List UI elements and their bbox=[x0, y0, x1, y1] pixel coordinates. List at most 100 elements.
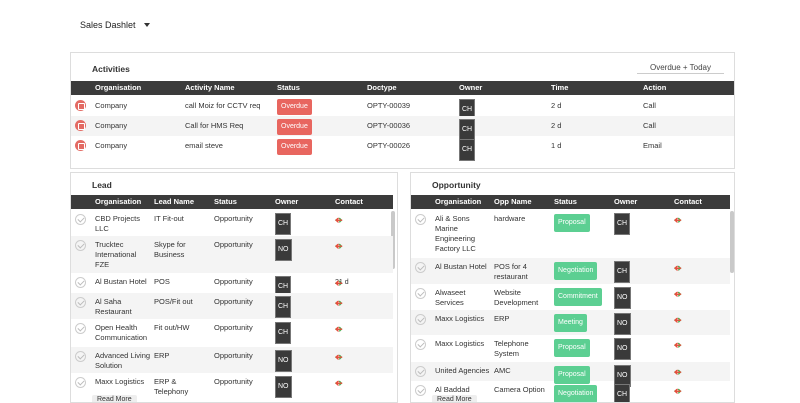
call-out-arrow-icon[interactable]: ➔ bbox=[335, 350, 343, 364]
row-organisation: Alwaseet Services bbox=[435, 288, 466, 307]
opportunity-row[interactable]: Maxx Logistics ERP Meeting NO ➔ - ➔ bbox=[411, 310, 730, 335]
lead-row[interactable]: Advanced Living Solution ERP Opportunity NO… bbox=[71, 347, 393, 373]
call-out-arrow-icon[interactable]: ➔ bbox=[335, 376, 343, 390]
row-status: Opportunity bbox=[214, 240, 253, 249]
col-owner: Owner bbox=[275, 197, 299, 206]
owner-avatar: CH bbox=[275, 213, 292, 235]
row-organisation: Maxx Logistics bbox=[435, 314, 485, 323]
phone-icon bbox=[75, 100, 86, 111]
opportunity-row[interactable]: United Agencies AMC Proposal NO ➔ - ➔ bbox=[411, 362, 730, 387]
check-icon[interactable] bbox=[75, 214, 86, 225]
call-out-arrow-icon[interactable]: ➔ bbox=[674, 365, 682, 379]
status-badge: Proposal bbox=[554, 214, 590, 232]
check-icon[interactable] bbox=[415, 385, 426, 396]
status-badge: Overdue bbox=[277, 139, 312, 155]
owner-avatar: NO bbox=[275, 376, 292, 398]
row-name: ERP & Telephony bbox=[154, 377, 189, 396]
activity-time: 2 d bbox=[551, 121, 562, 130]
call-out-arrow-icon[interactable]: ➔ bbox=[335, 239, 343, 253]
lead-row[interactable]: Trucktec International FZE Skype for Busi… bbox=[71, 236, 393, 273]
activity-doctype[interactable]: OPTY-00036 bbox=[367, 119, 410, 133]
opportunity-scrollbar[interactable] bbox=[730, 211, 734, 273]
check-icon[interactable] bbox=[75, 240, 86, 251]
col-opp-name: Opp Name bbox=[494, 197, 532, 206]
call-out-arrow-icon[interactable]: ➔ bbox=[674, 313, 682, 327]
check-icon[interactable] bbox=[75, 323, 86, 334]
col-organisation: Organisation bbox=[95, 197, 142, 206]
opportunity-row[interactable]: Al Bustan Hotel POS for 4 restaurant Negot… bbox=[411, 258, 730, 284]
lead-row[interactable]: Maxx Logistics ERP & Telephony Opportunity… bbox=[71, 373, 393, 398]
owner-avatar: CH bbox=[614, 261, 631, 283]
call-out-arrow-icon[interactable]: ➔ bbox=[335, 213, 343, 227]
row-status: Opportunity bbox=[214, 277, 253, 286]
activity-time: 2 d bbox=[551, 101, 562, 110]
call-out-arrow-icon[interactable]: ➔ bbox=[335, 322, 343, 336]
col-contact: Contact bbox=[674, 197, 702, 206]
check-icon[interactable] bbox=[75, 297, 86, 308]
opportunity-read-more-button[interactable]: Read More bbox=[432, 395, 477, 402]
activities-filter-select[interactable]: Overdue + Today bbox=[637, 61, 724, 74]
owner-avatar: NO bbox=[614, 313, 631, 335]
activity-name: call Moiz for CCTV req bbox=[185, 101, 261, 110]
call-out-arrow-icon[interactable]: ➔ bbox=[674, 213, 682, 227]
row-status: Opportunity bbox=[214, 323, 253, 332]
col-status: Status bbox=[554, 197, 577, 206]
dashlet-select-label: Sales Dashlet bbox=[80, 20, 136, 30]
col-action: Action bbox=[643, 83, 667, 92]
call-out-arrow-icon[interactable]: ➔ bbox=[674, 338, 682, 352]
row-name: ERP bbox=[494, 314, 510, 323]
check-icon[interactable] bbox=[415, 339, 426, 350]
col-owner: Owner bbox=[459, 83, 483, 92]
activity-doctype[interactable]: OPTY-00039 bbox=[367, 99, 410, 113]
check-icon[interactable] bbox=[75, 351, 86, 362]
lead-row[interactable]: Al Bustan Hotel POS Opportunity CH ➔ 21 d ➔ bbox=[71, 273, 393, 298]
check-icon[interactable] bbox=[415, 214, 426, 225]
activity-row[interactable]: Company email steve Overdue OPTY-00026 C… bbox=[71, 136, 734, 161]
activity-action: Email bbox=[643, 141, 662, 150]
call-out-arrow-icon[interactable]: ➔ bbox=[335, 296, 343, 310]
activity-doctype[interactable]: OPTY-00026 bbox=[367, 139, 410, 153]
owner-avatar: CH bbox=[275, 322, 292, 344]
activity-org: Company bbox=[95, 101, 128, 110]
opportunity-row[interactable]: Maxx Logistics Telephone System Proposal NO… bbox=[411, 335, 730, 362]
check-icon[interactable] bbox=[415, 288, 426, 299]
check-icon[interactable] bbox=[415, 262, 426, 273]
call-out-arrow-icon[interactable]: ➔ bbox=[674, 384, 682, 398]
activity-action: Call bbox=[643, 101, 656, 110]
opportunity-row[interactable]: Alwaseet Services Website Development Comm… bbox=[411, 284, 730, 310]
lead-row[interactable]: Open Health Communication Fit out/HW Oppor… bbox=[71, 319, 393, 347]
row-organisation: CBD Projects LLC bbox=[95, 214, 141, 233]
dashlet-select[interactable]: Sales Dashlet bbox=[80, 20, 150, 30]
row-organisation: Al Saha Restaurant bbox=[95, 297, 132, 316]
call-out-arrow-icon[interactable]: ➔ bbox=[674, 261, 682, 275]
call-out-arrow-icon[interactable]: ➔ bbox=[335, 276, 343, 290]
check-icon[interactable] bbox=[75, 377, 86, 388]
row-organisation: Maxx Logistics bbox=[95, 377, 145, 386]
row-organisation: Maxx Logistics bbox=[435, 339, 485, 348]
call-out-arrow-icon[interactable]: ➔ bbox=[674, 287, 682, 301]
check-icon[interactable] bbox=[75, 277, 86, 288]
activities-header-row: Organisation Activity Name Status Doctyp… bbox=[71, 81, 734, 95]
activity-action: Call bbox=[643, 121, 656, 130]
check-icon[interactable] bbox=[415, 366, 426, 377]
lead-row[interactable]: CBD Projects LLC IT Fit-out Opportunity CH ➔… bbox=[71, 210, 393, 236]
row-organisation: United Agencies bbox=[435, 366, 490, 375]
owner-avatar: CH bbox=[614, 213, 631, 235]
row-organisation: Al Bustan Hotel bbox=[95, 277, 147, 286]
check-icon[interactable] bbox=[415, 314, 426, 325]
opportunity-row[interactable]: Al Baddad Camera Option Negotiation CH ➔ - ➔ bbox=[411, 381, 730, 402]
row-name: Website Development bbox=[494, 288, 539, 307]
activity-row[interactable]: Company call Moiz for CCTV req Overdue O… bbox=[71, 96, 734, 121]
status-badge: Commitment bbox=[554, 288, 602, 306]
lead-row[interactable]: Al Saha Restaurant POS/Fit out Opportunity… bbox=[71, 293, 393, 319]
activity-row[interactable]: Company Call for HMS Req Overdue OPTY-00… bbox=[71, 116, 734, 141]
row-name: Fit out/HW bbox=[154, 323, 190, 332]
row-organisation: Al Baddad bbox=[435, 385, 470, 394]
lead-read-more-button[interactable]: Read More bbox=[92, 395, 137, 402]
opportunity-row[interactable]: Ali & Sons Marine Engineering Factory LL… bbox=[411, 210, 730, 258]
lead-title: Lead bbox=[92, 180, 112, 190]
status-badge: Overdue bbox=[277, 99, 312, 115]
opportunity-header-row: Organisation Opp Name Status Owner Conta… bbox=[411, 195, 730, 209]
row-status: Opportunity bbox=[214, 377, 253, 386]
row-name: Telephone System bbox=[494, 339, 529, 358]
